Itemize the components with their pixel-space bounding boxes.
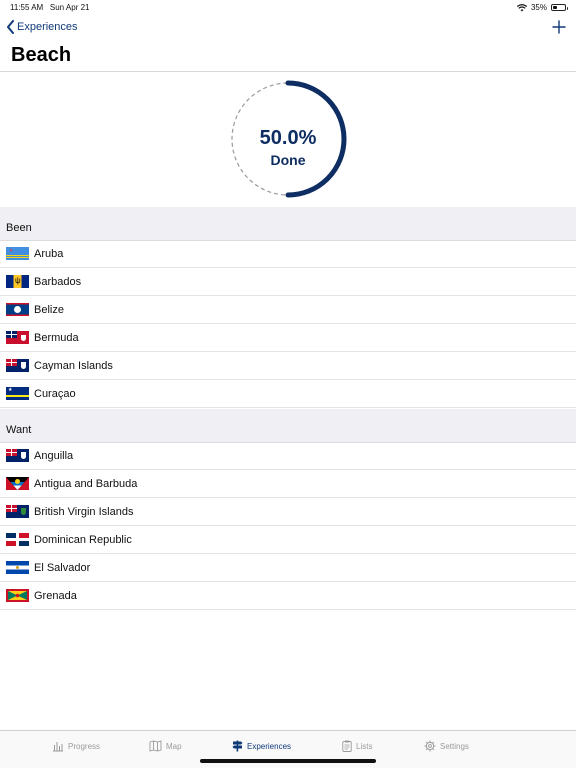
add-button[interactable] bbox=[552, 20, 566, 39]
list-item[interactable]: Belize bbox=[0, 296, 576, 324]
tab-experiences[interactable]: Experiences bbox=[232, 740, 291, 752]
list-item-label: Antigua and Barbuda bbox=[34, 477, 138, 490]
bermuda-flag-icon bbox=[6, 331, 29, 344]
el-salvador-flag-icon bbox=[6, 561, 29, 574]
home-indicator bbox=[200, 759, 376, 763]
list-item[interactable]: ★ Curaçao bbox=[0, 380, 576, 408]
section-header-been: Been bbox=[0, 207, 576, 241]
back-label: Experiences bbox=[17, 21, 78, 33]
cayman-islands-flag-icon bbox=[6, 359, 29, 372]
list-item-label: Belize bbox=[34, 303, 64, 316]
list-item-label: El Salvador bbox=[34, 561, 91, 574]
list-item-label: British Virgin Islands bbox=[34, 505, 134, 518]
status-bar: 11:55 AM Sun Apr 21 35% bbox=[0, 0, 576, 14]
tab-settings[interactable]: Settings bbox=[424, 740, 469, 752]
progress-percent: 50.0% bbox=[259, 127, 317, 149]
bar-chart-icon bbox=[53, 742, 63, 752]
list-item[interactable]: ψ Barbados bbox=[0, 268, 576, 296]
list-item-label: Anguilla bbox=[34, 449, 74, 462]
clipboard-icon bbox=[342, 740, 352, 752]
belize-flag-icon bbox=[6, 303, 29, 316]
bvi-flag-icon bbox=[6, 505, 29, 518]
list-item-label: Cayman Islands bbox=[34, 359, 113, 372]
gear-icon bbox=[424, 740, 436, 752]
grenada-flag-icon bbox=[6, 589, 29, 602]
list-item-label: Barbados bbox=[34, 275, 82, 288]
list-item-label: Grenada bbox=[34, 589, 77, 602]
progress-ring: 50.0% Done bbox=[0, 72, 576, 207]
list-item[interactable]: Anguilla bbox=[0, 442, 576, 470]
antigua-flag-icon bbox=[6, 477, 29, 490]
list-item[interactable]: ✦ Aruba bbox=[0, 240, 576, 268]
progress-done-label: Done bbox=[270, 152, 306, 168]
list-item-label: Aruba bbox=[34, 247, 64, 260]
list-item[interactable]: Cayman Islands bbox=[0, 352, 576, 380]
page-title: Beach bbox=[11, 44, 72, 66]
aruba-flag-icon: ✦ bbox=[6, 247, 29, 260]
chevron-left-icon bbox=[7, 20, 14, 34]
list-item-label: Dominican Republic bbox=[34, 533, 132, 546]
list-item[interactable]: Dominican Republic bbox=[0, 526, 576, 554]
section-header-want: Want bbox=[0, 409, 576, 443]
list-item[interactable]: British Virgin Islands bbox=[0, 498, 576, 526]
list-item[interactable]: Bermuda bbox=[0, 324, 576, 352]
dominican-republic-flag-icon bbox=[6, 533, 29, 546]
list-item[interactable]: Grenada bbox=[0, 582, 576, 610]
map-icon bbox=[149, 740, 162, 752]
back-button[interactable]: Experiences bbox=[6, 20, 78, 34]
list-item[interactable]: El Salvador bbox=[0, 554, 576, 582]
curacao-flag-icon: ★ bbox=[6, 387, 29, 400]
tab-lists[interactable]: Lists bbox=[342, 740, 372, 752]
list-item-label: Curaçao bbox=[34, 387, 76, 400]
wifi-icon bbox=[516, 3, 527, 11]
battery-icon bbox=[551, 4, 568, 11]
anguilla-flag-icon bbox=[6, 449, 29, 462]
navigation-bar: Experiences Beach bbox=[0, 14, 576, 72]
tab-progress[interactable]: Progress bbox=[52, 740, 100, 752]
list-item-label: Bermuda bbox=[34, 331, 79, 344]
battery-percent: 35% bbox=[530, 3, 547, 12]
barbados-flag-icon: ψ bbox=[6, 275, 29, 288]
signpost-icon bbox=[232, 740, 243, 752]
list-item[interactable]: Antigua and Barbuda bbox=[0, 470, 576, 498]
status-right: 35% bbox=[516, 3, 568, 12]
tab-map[interactable]: Map bbox=[149, 740, 182, 752]
status-time: 11:55 AM Sun Apr 21 bbox=[10, 3, 90, 12]
plus-icon bbox=[552, 20, 566, 34]
